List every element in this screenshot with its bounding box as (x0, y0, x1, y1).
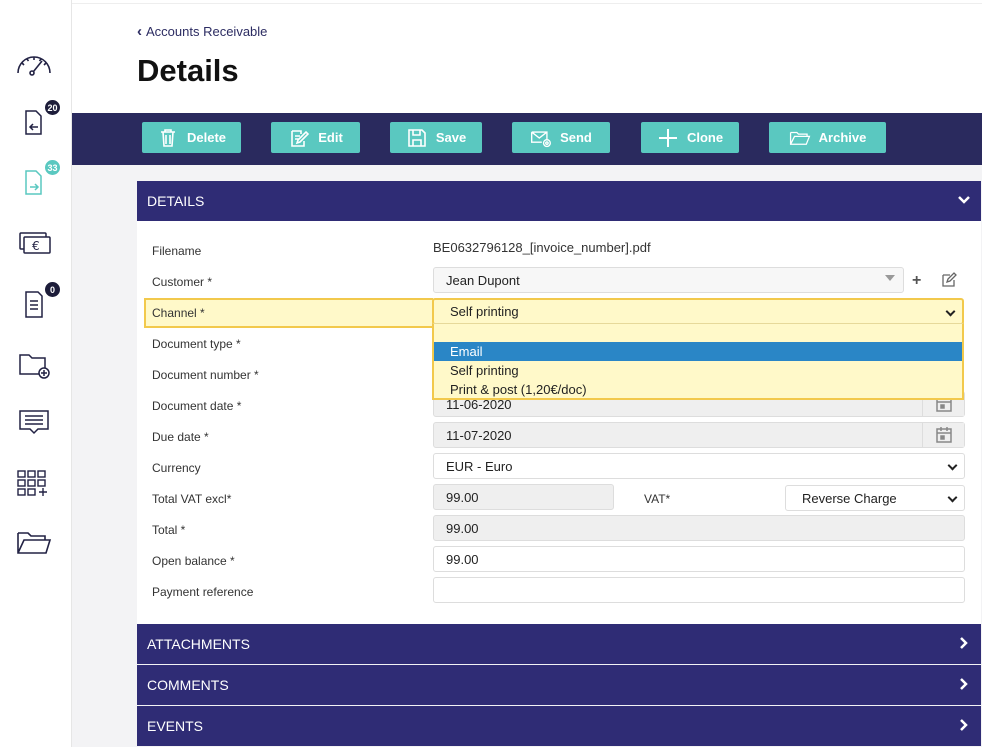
send-button[interactable]: Send (512, 122, 610, 153)
add-folder-icon[interactable] (12, 344, 56, 384)
channel-option-email[interactable]: Email (434, 342, 962, 361)
channel-dropdown: Email Self printing Print & post (1,20€/… (432, 323, 964, 400)
total-input[interactable]: 99.00 (433, 515, 965, 541)
edit-customer-icon[interactable] (941, 272, 957, 288)
comments-section-header[interactable]: COMMENTS (137, 665, 981, 705)
payments-euro-icon[interactable]: € (12, 222, 56, 262)
payment-reference-label: Payment reference (152, 585, 254, 599)
archive-button[interactable]: Archive (769, 122, 886, 153)
attachments-section-header[interactable]: ATTACHMENTS (137, 624, 981, 664)
open-balance-label: Open balance * (152, 554, 235, 568)
currency-select[interactable]: EUR - Euro (433, 453, 965, 479)
toolbar: Delete Edit Save Send Clone Archive (72, 113, 982, 165)
currency-label: Currency (152, 461, 201, 475)
open-balance-input[interactable]: 99.00 (433, 546, 965, 572)
caret-down-icon (885, 275, 895, 281)
page-title: Details (137, 53, 239, 88)
total-vat-excl-input[interactable]: 99.00 (433, 484, 614, 510)
channel-option-print-post[interactable]: Print & post (1,20€/doc) (434, 380, 962, 399)
orders-list-icon[interactable]: 0 (12, 282, 60, 324)
edit-button[interactable]: Edit (271, 122, 360, 153)
chevron-right-icon (960, 637, 968, 649)
add-widgets-grid-icon[interactable] (12, 462, 56, 502)
save-icon (408, 128, 426, 147)
chevron-left-icon: ‹ (137, 23, 142, 40)
events-section-header[interactable]: EVENTS (137, 706, 981, 746)
delete-button[interactable]: Delete (142, 122, 241, 153)
document-number-label: Document number * (152, 368, 259, 382)
inbound-documents-icon[interactable]: 20 (12, 100, 60, 142)
details-section-header[interactable]: DETAILS (137, 181, 981, 221)
channel-label: Channel * (152, 306, 205, 320)
sidebar: 20 33 € 0 (0, 0, 72, 747)
edit-icon (291, 129, 310, 147)
dashboard-gauge-icon[interactable] (12, 42, 56, 82)
filename-label: Filename (152, 244, 202, 258)
channel-select[interactable]: Self printing (432, 298, 964, 325)
document-type-label: Document type * (152, 337, 241, 351)
inbound-badge: 20 (45, 100, 60, 115)
trash-icon (160, 128, 175, 147)
customer-label: Customer * (152, 275, 213, 289)
chevron-right-icon (960, 678, 968, 690)
vat-label: VAT* (644, 492, 671, 506)
folder-open-icon (789, 131, 810, 145)
channel-option-self-printing[interactable]: Self printing (434, 361, 962, 380)
total-label: Total * (152, 523, 186, 537)
due-date-label: Due date * (152, 430, 209, 444)
add-customer-icon[interactable]: + (912, 272, 921, 290)
customer-select[interactable]: Jean Dupont (433, 267, 904, 293)
orders-badge: 0 (45, 282, 60, 297)
outbound-badge: 33 (45, 160, 60, 175)
breadcrumb-label: Accounts Receivable (146, 24, 268, 39)
calendar-icon[interactable] (922, 423, 964, 447)
svg-text:€: € (32, 239, 40, 253)
chevron-down-icon (958, 196, 970, 204)
breadcrumb[interactable]: ‹ Accounts Receivable (137, 23, 267, 40)
outbound-documents-icon[interactable]: 33 (12, 160, 60, 202)
archive-folder-icon[interactable] (12, 522, 56, 562)
messages-icon[interactable] (12, 402, 56, 442)
chevron-right-icon (960, 719, 968, 731)
vat-select[interactable]: Reverse Charge (785, 485, 965, 511)
payment-reference-input[interactable] (433, 577, 965, 603)
filename-value: BE0632796128_[invoice_number].pdf (433, 240, 651, 255)
plus-icon (658, 128, 677, 147)
due-date-input[interactable]: 11-07-2020 (433, 422, 965, 448)
envelope-icon (531, 130, 552, 147)
clone-button[interactable]: Clone (641, 122, 739, 153)
top-border (72, 0, 982, 4)
total-vat-excl-label: Total VAT excl* (152, 492, 232, 506)
save-button[interactable]: Save (390, 122, 482, 153)
document-date-label: Document date * (152, 399, 242, 413)
